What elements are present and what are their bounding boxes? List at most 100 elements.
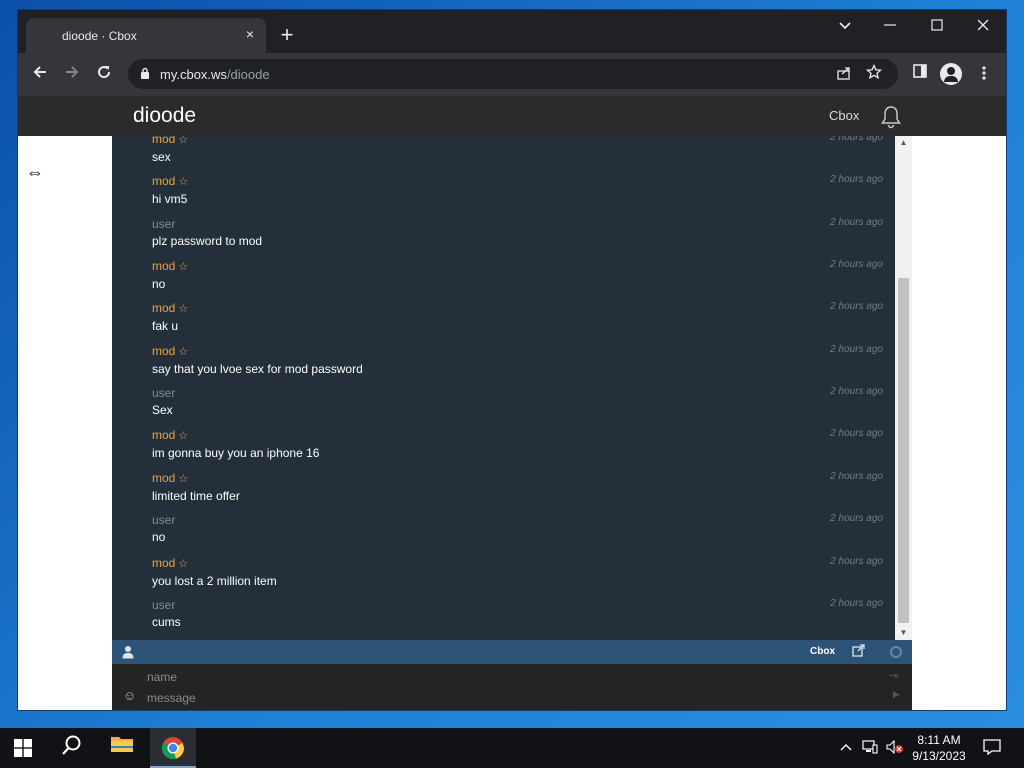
tab-close-icon[interactable]: × bbox=[242, 26, 258, 42]
tray-chevron-icon[interactable] bbox=[840, 740, 852, 755]
cbox-link[interactable]: Cbox bbox=[829, 108, 859, 123]
message-timestamp: 2 hours ago bbox=[830, 343, 883, 355]
message-timestamp: 2 hours ago bbox=[830, 301, 883, 313]
message-text: limited time offer bbox=[152, 488, 240, 503]
popout-icon[interactable] bbox=[852, 644, 865, 660]
emoji-smile-icon[interactable]: ☺ bbox=[123, 688, 136, 703]
clock-time: 8:11 AM bbox=[917, 733, 961, 747]
cbox-header: dioode Cbox bbox=[18, 96, 1006, 136]
lock-icon bbox=[141, 67, 149, 79]
message-row[interactable]: mod ☆ hi vm5 2 hours ago bbox=[152, 174, 887, 206]
close-button[interactable] bbox=[968, 16, 998, 38]
browser-window: dioode · Cbox × + my.cbox.ws/dioode dioo… bbox=[18, 10, 1006, 710]
scroll-down-icon[interactable]: ▼ bbox=[895, 626, 912, 640]
message-text: hi vm5 bbox=[152, 192, 188, 207]
message-row[interactable]: mod ☆ sex 2 hours ago bbox=[152, 136, 887, 164]
volume-muted-icon[interactable] bbox=[886, 739, 904, 757]
user-icon[interactable] bbox=[122, 645, 134, 659]
message-text: im gonna buy you an iphone 16 bbox=[152, 446, 320, 461]
message-author[interactable]: mod ☆ bbox=[152, 174, 887, 189]
message-row[interactable]: mod ☆ im gonna buy you an iphone 16 2 hours… bbox=[152, 428, 887, 460]
message-author[interactable]: mod ☆ bbox=[152, 428, 887, 443]
page-content: dioode Cbox mod ☆ sex 2 hours ago mod ☆ hi vm5… bbox=[18, 96, 1006, 710]
bookmark-star-icon[interactable] bbox=[865, 63, 883, 85]
forward-icon[interactable] bbox=[60, 63, 84, 87]
message-row[interactable]: mod ☆ say that you lvoe sex for mod passwo… bbox=[152, 344, 887, 376]
message-text: Sex bbox=[152, 403, 173, 418]
message-author-name: mod bbox=[152, 136, 176, 146]
windows-start-icon[interactable] bbox=[14, 739, 32, 757]
message-text: say that you lvoe sex for mod password bbox=[152, 361, 363, 376]
reload-icon[interactable] bbox=[92, 63, 116, 87]
side-panel-icon[interactable] bbox=[908, 63, 932, 87]
tab-search-icon[interactable] bbox=[830, 16, 860, 38]
message-author[interactable]: user bbox=[152, 598, 887, 612]
share-icon[interactable] bbox=[836, 65, 852, 84]
url-path: /dioode bbox=[226, 67, 270, 82]
message-timestamp: 2 hours ago bbox=[830, 136, 883, 143]
address-bar[interactable]: my.cbox.ws/dioode bbox=[128, 59, 898, 89]
message-author[interactable]: mod ☆ bbox=[152, 136, 887, 147]
name-field[interactable] bbox=[147, 667, 887, 687]
star-outline-icon: ☆ bbox=[178, 303, 189, 316]
back-icon[interactable] bbox=[28, 63, 52, 87]
message-timestamp: 2 hours ago bbox=[830, 555, 883, 567]
message-row[interactable]: user cums 2 hours ago bbox=[152, 598, 887, 629]
message-author-name: mod bbox=[152, 301, 176, 316]
message-text: fak u bbox=[152, 319, 179, 334]
clock[interactable]: 8:11 AM 9/13/2023 bbox=[905, 732, 973, 764]
more-menu-icon[interactable] bbox=[976, 63, 992, 87]
message-text: no bbox=[152, 530, 166, 545]
bell-icon[interactable] bbox=[878, 104, 904, 130]
new-tab-button[interactable]: + bbox=[276, 24, 298, 46]
chrome-taskbar-button[interactable] bbox=[150, 728, 196, 768]
chrome-icon bbox=[162, 737, 185, 760]
message-row[interactable]: user plz password to mod 2 hours ago bbox=[152, 217, 887, 248]
message-author[interactable]: user bbox=[152, 386, 887, 400]
scroll-up-icon[interactable]: ▲ bbox=[895, 136, 912, 150]
network-icon[interactable] bbox=[862, 740, 878, 757]
message-text: sex bbox=[152, 150, 171, 164]
message-author-name: user bbox=[152, 216, 176, 231]
scrollbar[interactable]: ▲ ▼ bbox=[895, 136, 912, 640]
message-row[interactable]: mod ☆ fak u 2 hours ago bbox=[152, 301, 887, 333]
message-list[interactable]: mod ☆ sex 2 hours ago mod ☆ hi vm5 2 hours ago u… bbox=[112, 136, 895, 640]
search-icon[interactable] bbox=[58, 734, 86, 762]
message-row[interactable]: user no 2 hours ago bbox=[152, 513, 887, 544]
tab-dioode-cbox[interactable]: dioode · Cbox × bbox=[26, 18, 266, 53]
message-row[interactable]: mod ☆ no 2 hours ago bbox=[152, 259, 887, 291]
message-author-name: user bbox=[152, 597, 176, 612]
login-icon[interactable]: ⇥ bbox=[889, 669, 898, 682]
message-text: you lost a 2 million item bbox=[152, 573, 277, 588]
url-host: my.cbox.ws bbox=[160, 67, 227, 82]
file-explorer-icon[interactable] bbox=[108, 734, 136, 762]
message-author[interactable]: mod ☆ bbox=[152, 344, 887, 359]
message-timestamp: 2 hours ago bbox=[830, 216, 883, 228]
browser-toolbar: my.cbox.ws/dioode bbox=[18, 53, 1006, 96]
message-author[interactable]: mod ☆ bbox=[152, 556, 887, 571]
minimize-button[interactable] bbox=[875, 16, 905, 38]
post-form: ⇥ ☺ ▶ bbox=[112, 664, 912, 710]
message-author[interactable]: mod ☆ bbox=[152, 471, 887, 486]
notifications-icon[interactable] bbox=[983, 739, 1001, 755]
message-row[interactable]: mod ☆ you lost a 2 million item 2 hours ago bbox=[152, 556, 887, 588]
send-arrow-icon[interactable]: ▶ bbox=[893, 689, 900, 700]
message-author[interactable]: user bbox=[152, 217, 887, 231]
message-author[interactable]: mod ☆ bbox=[152, 301, 887, 316]
profile-avatar-icon[interactable] bbox=[940, 63, 962, 85]
message-row[interactable]: mod ☆ limited time offer 2 hours ago bbox=[152, 471, 887, 503]
message-author-name: mod bbox=[152, 555, 176, 570]
message-author[interactable]: mod ☆ bbox=[152, 259, 887, 274]
scroll-thumb[interactable] bbox=[898, 278, 909, 623]
message-field[interactable] bbox=[147, 688, 887, 708]
cbox-brand-label[interactable]: Cbox bbox=[810, 646, 835, 657]
maximize-button[interactable] bbox=[922, 16, 952, 38]
star-outline-icon: ☆ bbox=[178, 345, 189, 358]
message-author[interactable]: user bbox=[152, 513, 887, 527]
title-bar: dioode · Cbox × + bbox=[18, 10, 1006, 53]
message-text: cums bbox=[152, 614, 181, 629]
message-timestamp: 2 hours ago bbox=[830, 259, 883, 271]
message-author-name: mod bbox=[152, 428, 176, 443]
message-row[interactable]: user Sex 2 hours ago bbox=[152, 386, 887, 417]
message-text: plz password to mod bbox=[152, 233, 263, 248]
